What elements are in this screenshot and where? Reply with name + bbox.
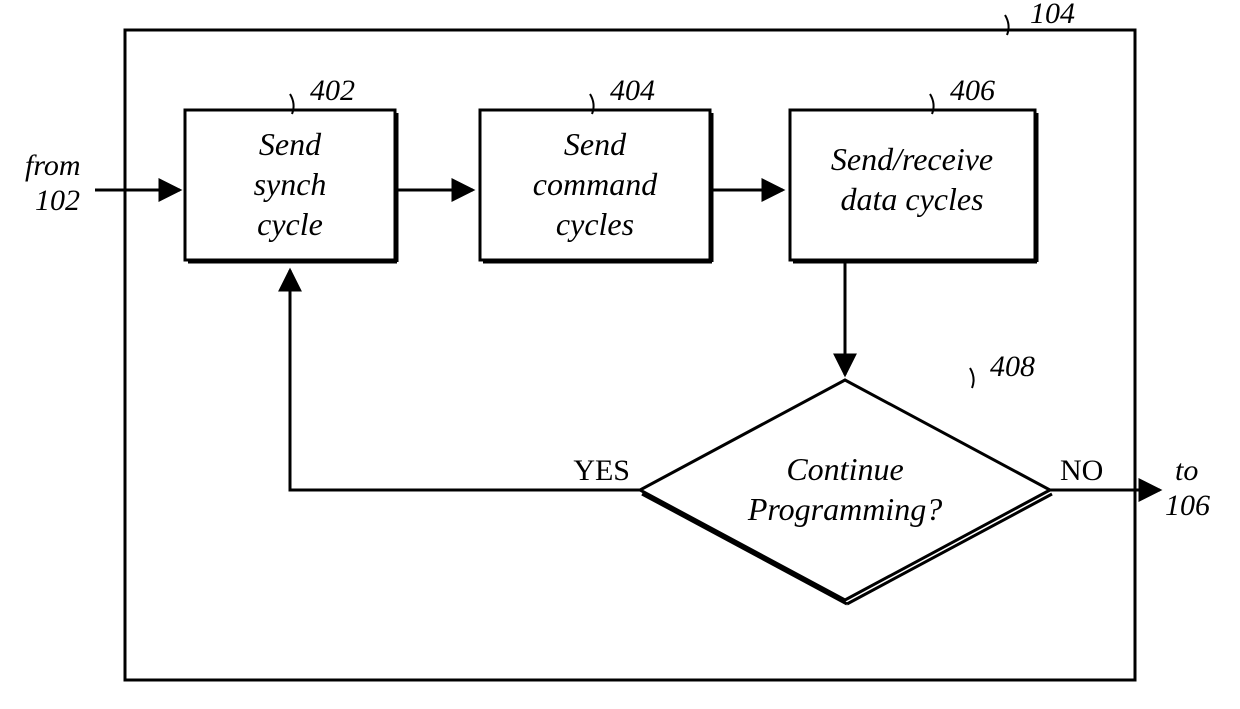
yes-branch: YES [290, 270, 640, 490]
outer-ref: 104 [1030, 0, 1075, 30]
box-406-ref: 406 [950, 74, 995, 107]
decision-line1: Continue [786, 451, 903, 487]
decision-ref: 408 [990, 350, 1035, 383]
box-406-line1: Send/receive [831, 141, 993, 177]
box-404-ref: 404 [610, 74, 655, 107]
entry-label-line1: from [25, 149, 81, 182]
box-404-line2: command [533, 166, 658, 202]
box-402-ref: 402 [310, 74, 355, 107]
box-406-line2: data cycles [840, 181, 983, 217]
box-402-line1: Send [259, 126, 322, 162]
no-branch: NO to 106 [1050, 454, 1210, 522]
box-402-line3: cycle [257, 206, 323, 242]
decision-line2: Programming? [747, 491, 942, 527]
yes-label: YES [573, 454, 630, 487]
process-box-406: 406 Send/receive data cycles [790, 74, 1037, 262]
exit-label-line2: 106 [1165, 489, 1210, 522]
entry-arrow: from 102 [25, 149, 180, 217]
entry-label-line2: 102 [35, 184, 80, 217]
box-402-line2: synch [254, 166, 327, 202]
process-box-402: 402 Send synch cycle [185, 74, 397, 262]
flowchart-diagram: 104 from 102 402 Send synch cycle 404 Se… [0, 0, 1240, 709]
no-label: NO [1060, 454, 1103, 487]
decision-408: 408 Continue Programming? [640, 350, 1052, 604]
exit-label-line1: to [1175, 454, 1198, 487]
box-404-line3: cycles [556, 206, 634, 242]
box-404-line1: Send [564, 126, 627, 162]
process-box-404: 404 Send command cycles [480, 74, 712, 262]
